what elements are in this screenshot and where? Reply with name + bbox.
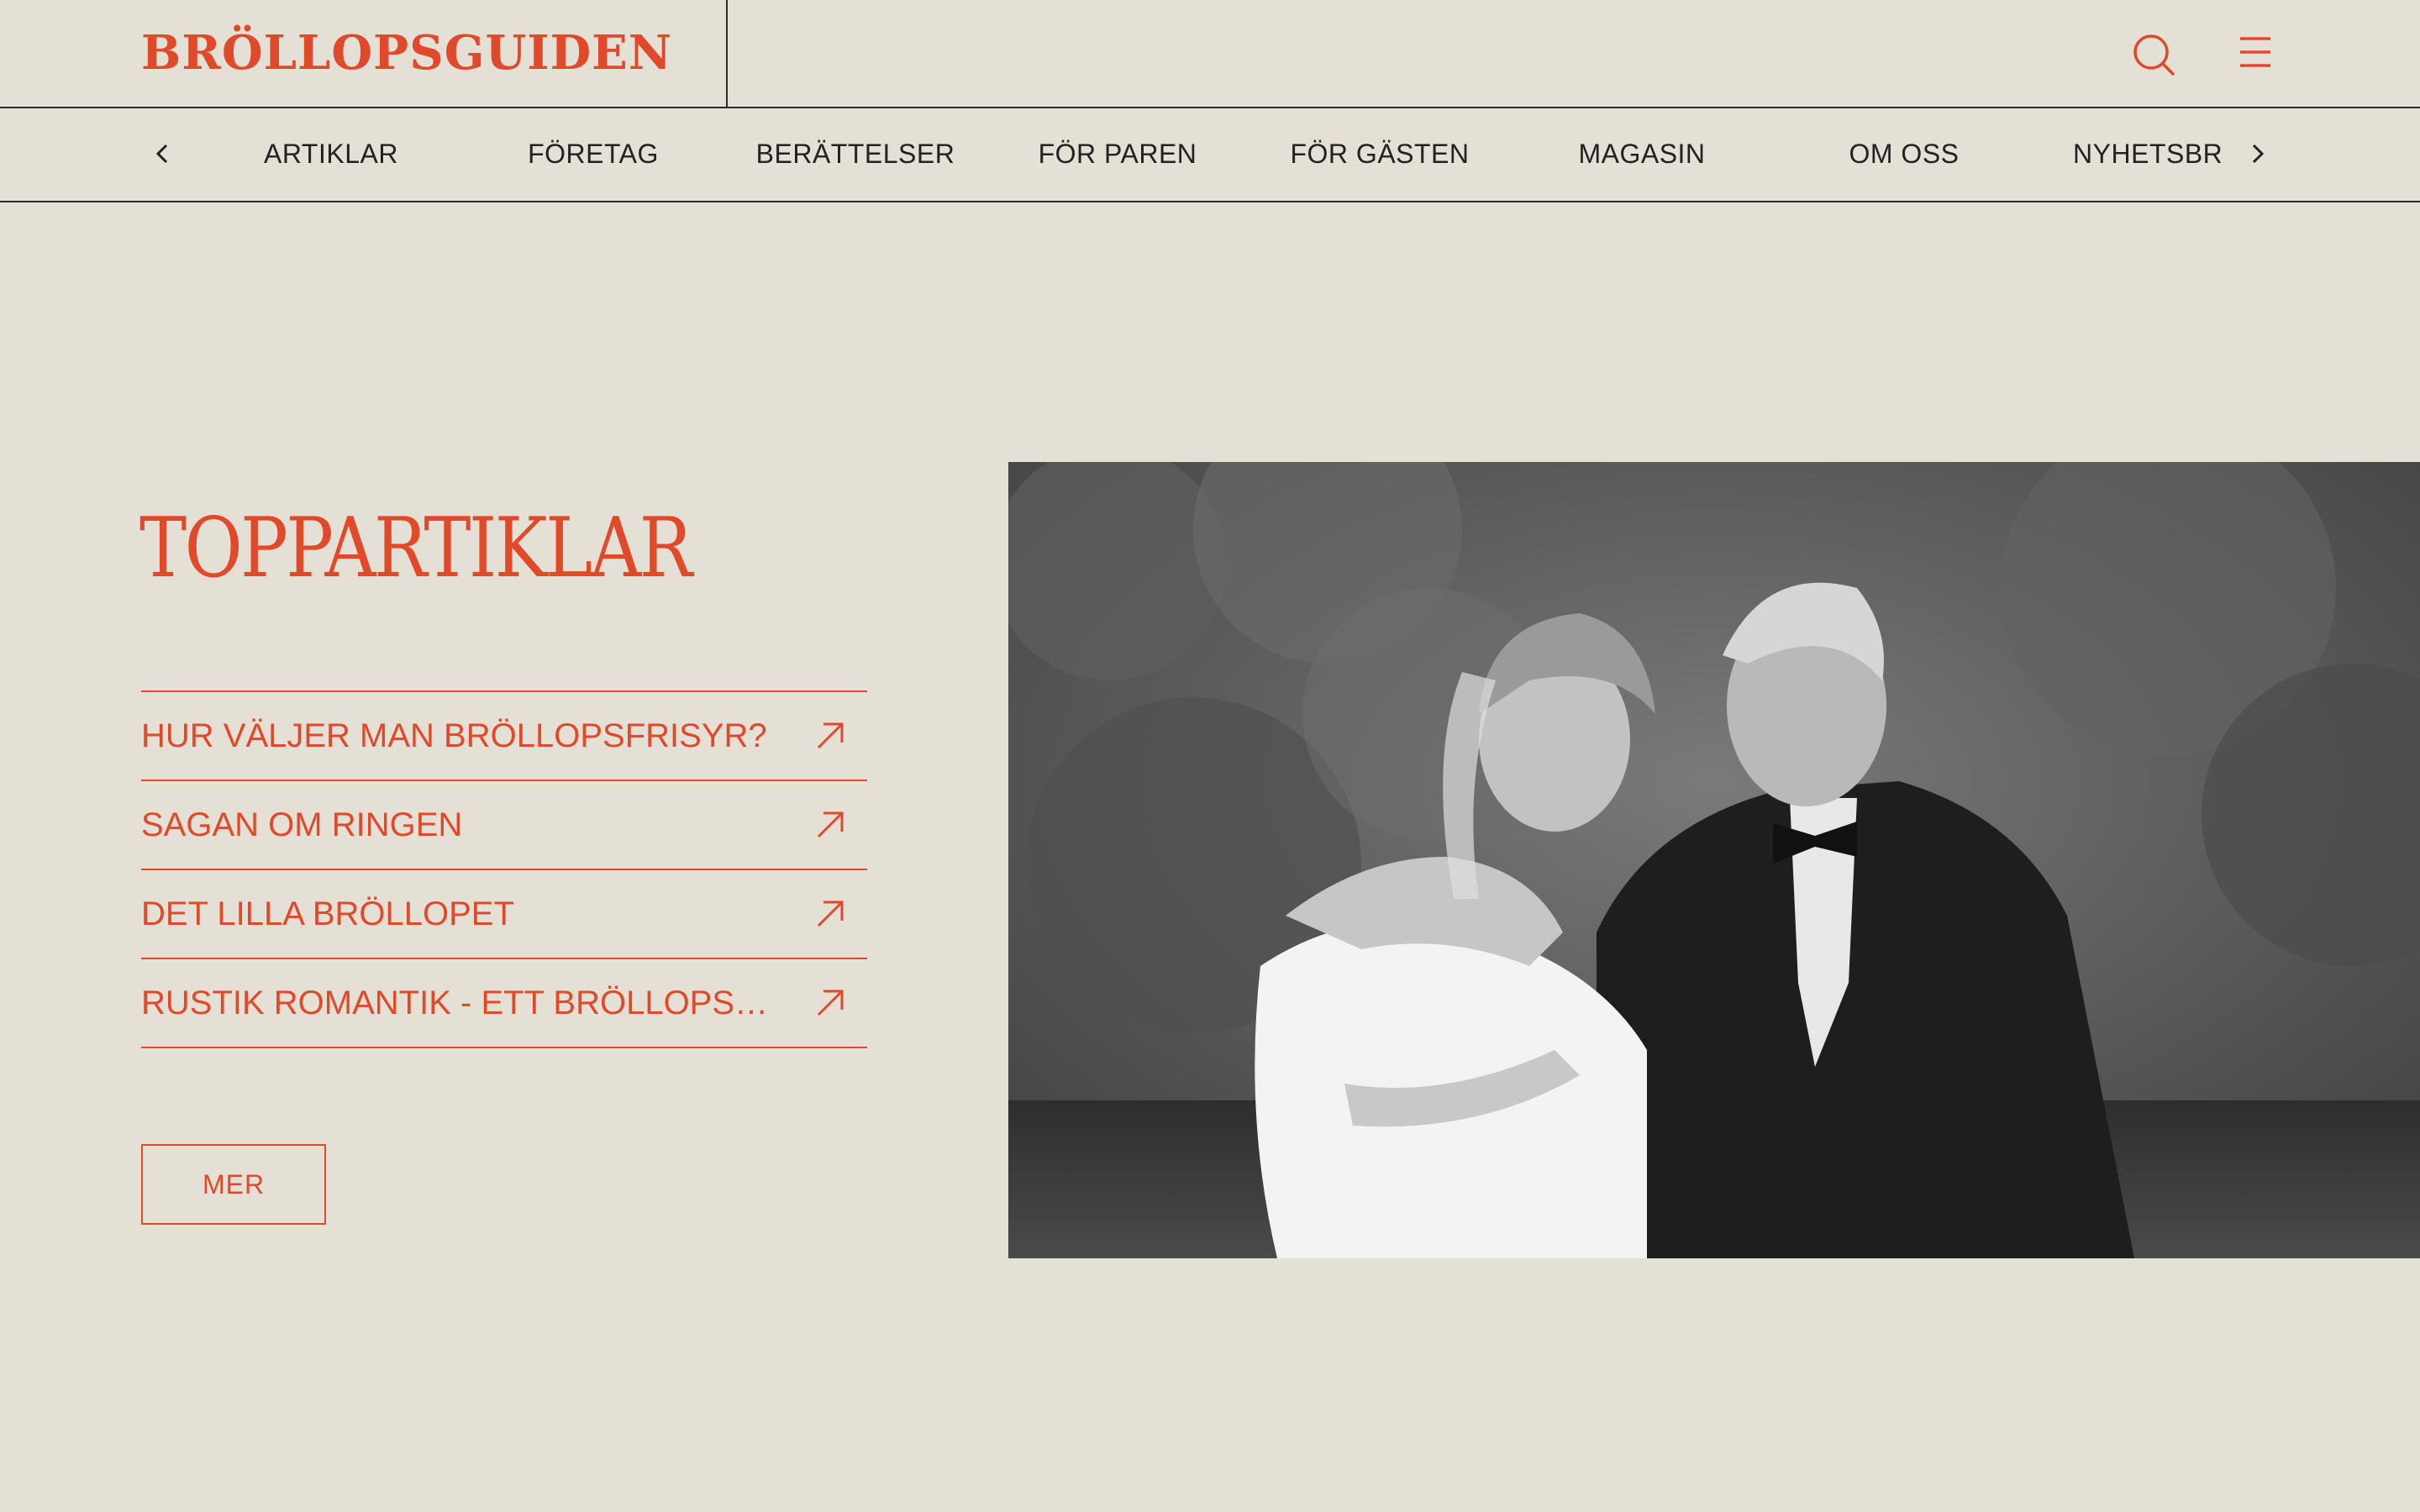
nav-item-artiklar[interactable]: ARTIKLAR: [200, 139, 462, 172]
chevron-right-icon: [2252, 144, 2265, 164]
article-link[interactable]: SAGAN OM RINGEN: [141, 781, 867, 870]
article-link[interactable]: DET LILLA BRÖLLOPET: [141, 870, 867, 959]
hero-image: [1008, 462, 2420, 1258]
nav-items: ARTIKLAR FÖRETAG BERÄTTELSER FÖR PAREN F…: [200, 108, 2221, 201]
nav-item-berattelser[interactable]: BERÄTTELSER: [724, 139, 986, 172]
article-title: HUR VÄLJER MAN BRÖLLOPSFRISYR?: [141, 717, 767, 754]
search-button[interactable]: [2131, 32, 2176, 77]
article-title: RUSTIK ROMANTIK - ETT BRÖLLOPS…: [141, 984, 769, 1021]
arrow-up-right-icon: [817, 990, 844, 1016]
nav-item-nyhetsbrev[interactable]: NYHETSBREV: [2035, 139, 2221, 172]
site-header: BRÖLLOPSGUIDEN: [0, 0, 2420, 108]
search-icon: [2133, 34, 2175, 76]
nav-next-button[interactable]: [2240, 137, 2274, 171]
wedding-couple-photo: [1008, 462, 2420, 1258]
article-link[interactable]: HUR VÄLJER MAN BRÖLLOPSFRISYR?: [141, 692, 867, 781]
arrow-up-right-icon: [817, 900, 844, 927]
article-title: DET LILLA BRÖLLOPET: [141, 895, 514, 932]
arrow-up-right-icon: [817, 811, 844, 838]
nav-item-for-gasten[interactable]: FÖR GÄSTEN: [1249, 139, 1511, 172]
category-nav: ARTIKLAR FÖRETAG BERÄTTELSER FÖR PAREN F…: [0, 108, 2420, 202]
nav-item-for-paren[interactable]: FÖR PAREN: [986, 139, 1249, 172]
section-title: TOPPARTIKLAR: [139, 501, 692, 596]
nav-item-magasin[interactable]: MAGASIN: [1511, 139, 1773, 172]
nav-prev-button[interactable]: [146, 137, 180, 171]
menu-button[interactable]: [2235, 32, 2275, 72]
site-logo[interactable]: BRÖLLOPSGUIDEN: [141, 25, 672, 81]
article-title: SAGAN OM RINGEN: [141, 806, 463, 843]
header-divider: [726, 0, 728, 108]
article-link[interactable]: RUSTIK ROMANTIK - ETT BRÖLLOPS…: [141, 959, 867, 1048]
chevron-left-icon: [155, 144, 168, 164]
arrow-up-right-icon: [817, 722, 844, 749]
nav-item-om-oss[interactable]: OM OSS: [1773, 139, 2035, 172]
more-button[interactable]: MER: [141, 1144, 326, 1225]
top-articles-list: HUR VÄLJER MAN BRÖLLOPSFRISYR? SAGAN OM …: [141, 690, 867, 1048]
hamburger-menu-icon: [2240, 37, 2270, 67]
nav-item-foretag[interactable]: FÖRETAG: [462, 139, 724, 172]
